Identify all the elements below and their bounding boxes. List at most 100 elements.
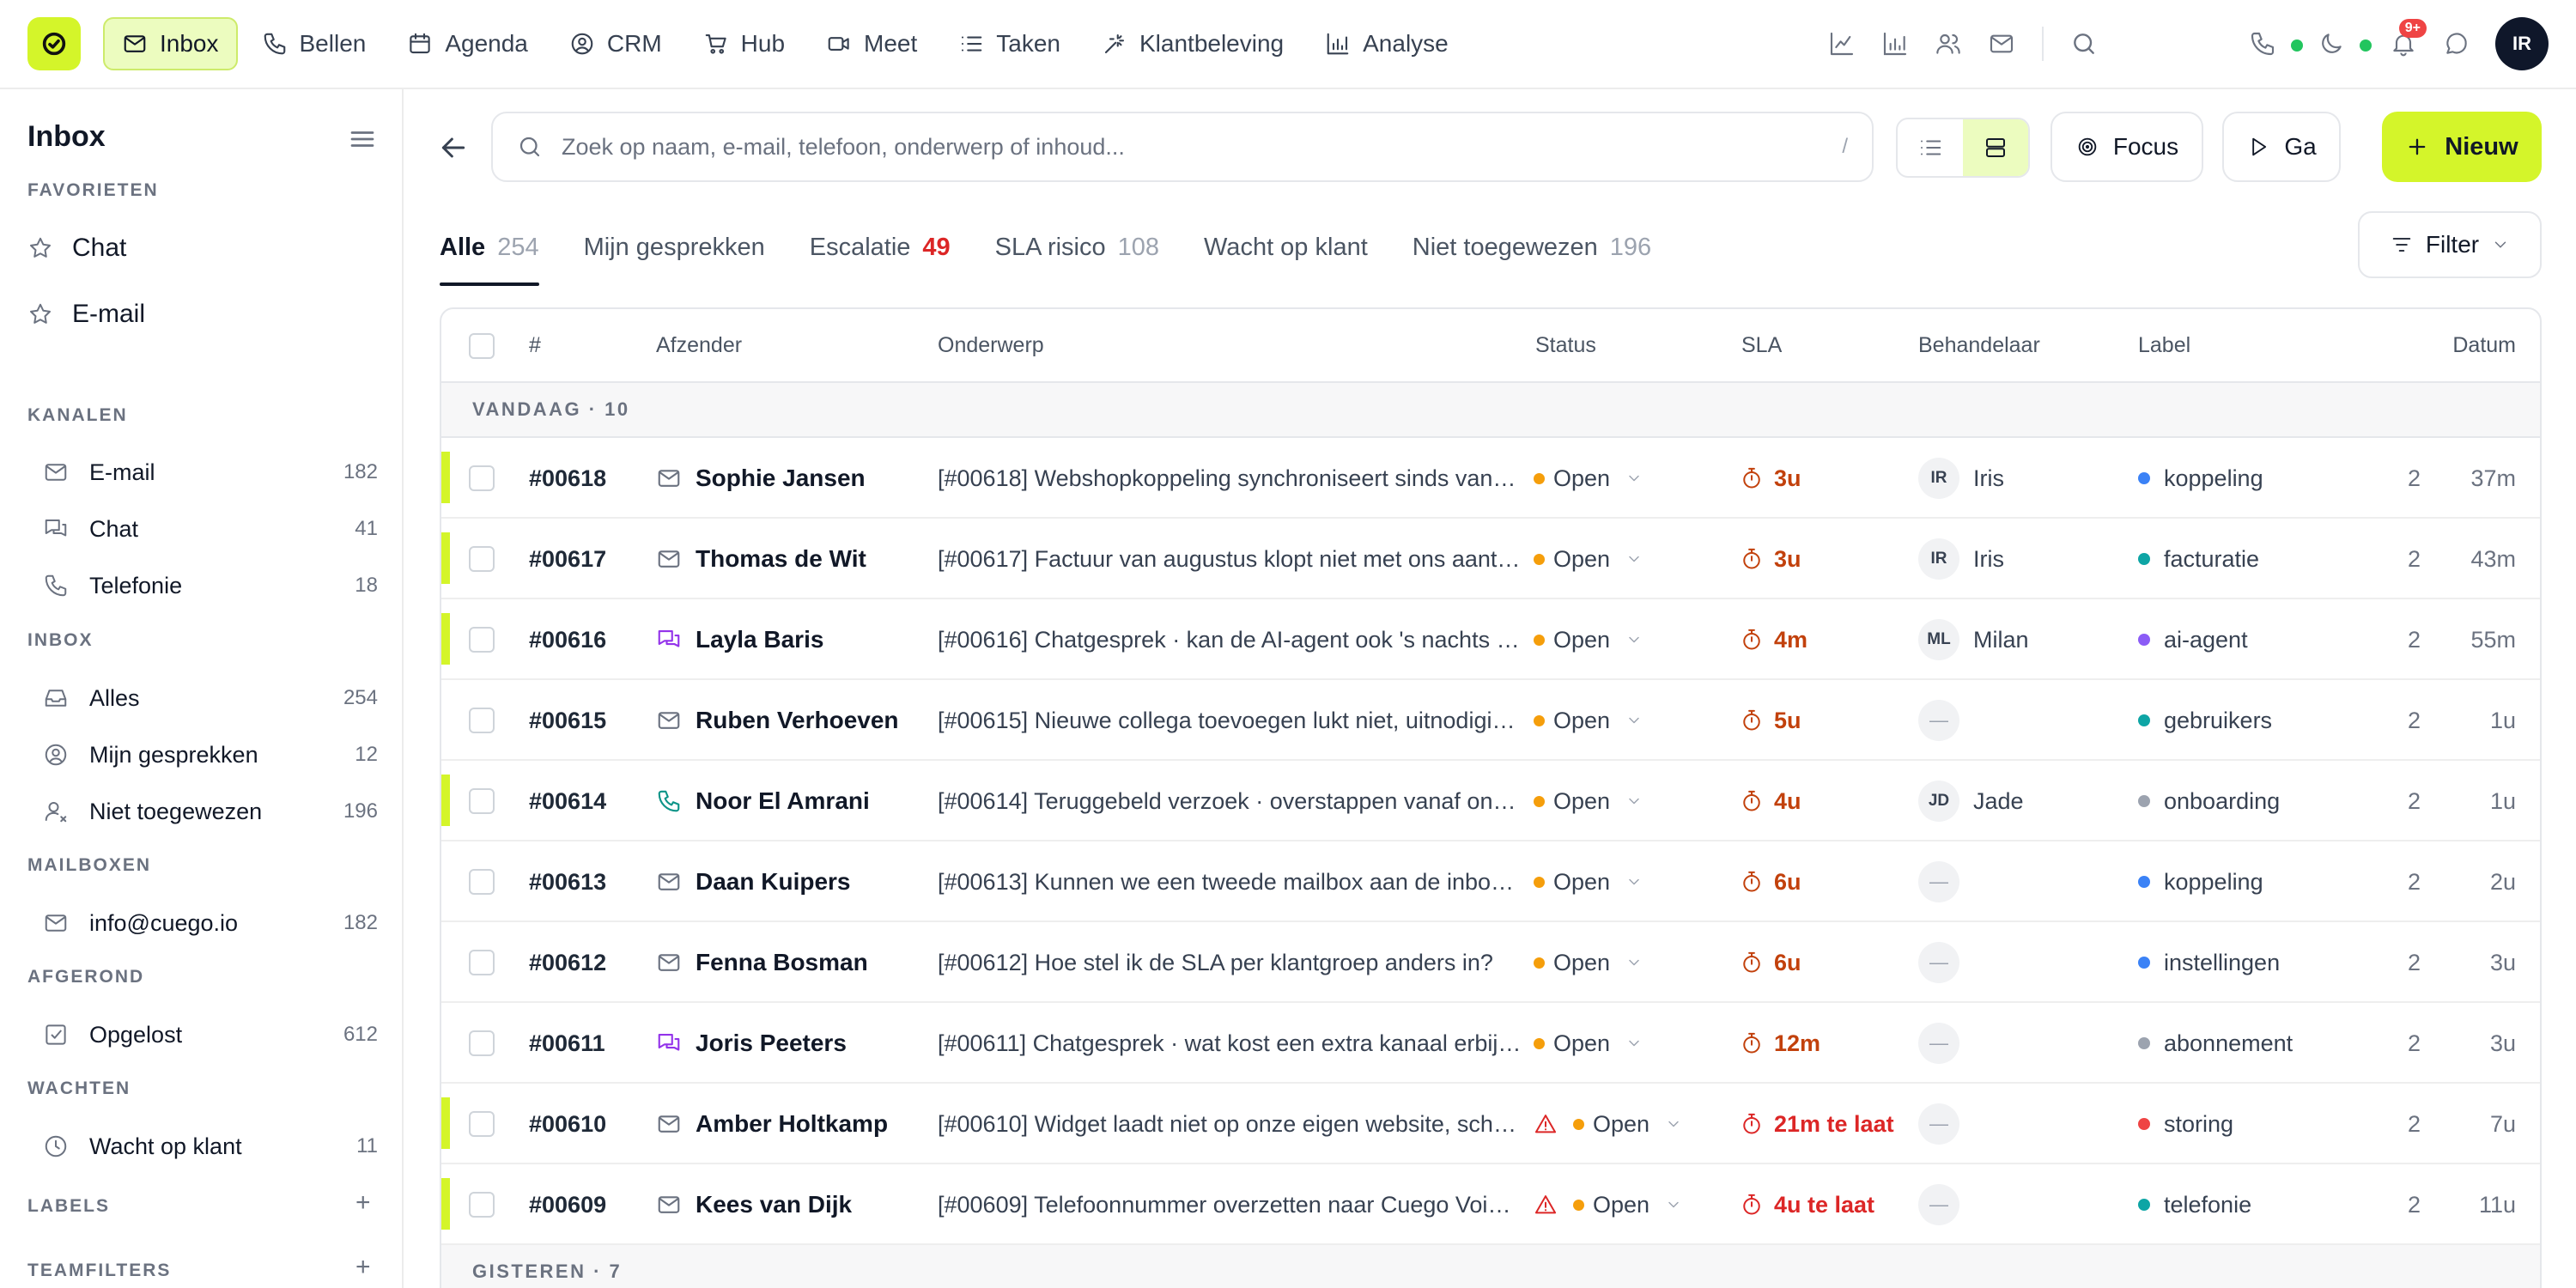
sidebar-item-mailbox-info[interactable]: info@cuego.io 182 <box>43 899 378 947</box>
nav-item-agenda[interactable]: Agenda <box>390 17 545 70</box>
row-checkbox[interactable] <box>469 1192 495 1218</box>
filter-button[interactable]: Filter <box>2358 211 2542 278</box>
owner[interactable]: — <box>1918 841 1959 922</box>
sidebar-item-niet-toegewezen[interactable]: Niet toegewezen 196 <box>43 787 378 835</box>
add-teamfilter-button[interactable]: + <box>355 1253 371 1282</box>
label-tag[interactable]: onboarding <box>2138 761 2280 841</box>
status-dropdown[interactable]: Open <box>1534 761 1643 841</box>
column-date[interactable]: Datum <box>2452 333 2516 358</box>
row-checkbox[interactable] <box>469 708 495 733</box>
sidebar-item-alles[interactable]: Alles 254 <box>43 674 378 722</box>
tab-mijn-gesprekken[interactable]: Mijn gesprekken <box>584 210 765 284</box>
table-row[interactable]: #00618 Sophie Jansen [#00618] Webshopkoppe… <box>441 438 2540 519</box>
add-label-button[interactable]: + <box>355 1188 371 1218</box>
nav-item-taken[interactable]: Taken <box>941 17 1078 70</box>
bell-icon[interactable]: 9+ <box>2377 17 2430 70</box>
status-dropdown[interactable]: Open <box>1534 1084 1682 1164</box>
favorite-item-email[interactable]: E-mail <box>27 300 145 329</box>
status-dropdown[interactable]: Open <box>1534 841 1643 922</box>
row-checkbox[interactable] <box>469 869 495 895</box>
search-icon[interactable] <box>2057 17 2111 70</box>
table-row[interactable]: #00612 Fenna Bosman [#00612] Hoe stel ik d… <box>441 922 2540 1003</box>
table-row[interactable]: #00609 Kees van Dijk [#00609] Telefoonnumm… <box>441 1164 2540 1245</box>
mail-icon[interactable] <box>1975 17 2028 70</box>
owner[interactable]: — <box>1918 1003 1959 1084</box>
status-dropdown[interactable]: Open <box>1534 599 1643 680</box>
bar-chart-icon[interactable] <box>1868 17 1922 70</box>
table-row[interactable]: #00616 Layla Baris [#00616] Chatgesprek · … <box>441 599 2540 680</box>
card-view-button[interactable] <box>1963 119 2028 176</box>
table-row[interactable]: #00613 Daan Kuipers [#00613] Kunnen we een… <box>441 841 2540 922</box>
tab-sla-risico[interactable]: SLA risico 108 <box>995 210 1159 284</box>
sidebar-item-email[interactable]: E-mail 182 <box>43 448 378 496</box>
menu-icon[interactable] <box>347 124 378 155</box>
table-row[interactable]: #00617 Thomas de Wit [#00617] Factuur van … <box>441 519 2540 599</box>
table-row[interactable]: #00615 Ruben Verhoeven [#00615] Nieuwe col… <box>441 680 2540 761</box>
owner[interactable]: — <box>1918 922 1959 1003</box>
row-checkbox[interactable] <box>469 788 495 814</box>
phone-status-icon[interactable] <box>2239 17 2308 70</box>
nav-item-klantbeleving[interactable]: Klantbeleving <box>1084 17 1301 70</box>
sidebar-item-telefonie[interactable]: Telefonie 18 <box>43 562 378 610</box>
table-row[interactable]: #00614 Noor El Amrani [#00614] Teruggebeld… <box>441 761 2540 841</box>
label-tag[interactable]: koppeling <box>2138 841 2263 922</box>
owner[interactable]: JD Jade <box>1918 761 2024 841</box>
owner[interactable]: — <box>1918 680 1959 761</box>
sidebar-item-chat[interactable]: Chat 41 <box>43 505 378 553</box>
label-tag[interactable]: facturatie <box>2138 519 2259 599</box>
app-logo[interactable] <box>27 17 81 70</box>
row-checkbox[interactable] <box>469 950 495 975</box>
row-checkbox[interactable] <box>469 1111 495 1137</box>
status-dropdown[interactable]: Open <box>1534 1003 1643 1084</box>
label-tag[interactable]: instellingen <box>2138 922 2280 1003</box>
row-checkbox[interactable] <box>469 465 495 491</box>
status-dropdown[interactable]: Open <box>1534 922 1643 1003</box>
sidebar-item-mijn-gesprekken[interactable]: Mijn gesprekken 12 <box>43 731 378 779</box>
select-all-checkbox[interactable] <box>469 333 495 359</box>
table-row[interactable]: #00610 Amber Holtkamp [#00610] Widget laad… <box>441 1084 2540 1164</box>
focus-button[interactable]: Focus <box>2050 112 2203 182</box>
nav-item-meet[interactable]: Meet <box>809 17 934 70</box>
label-tag[interactable]: telefonie <box>2138 1164 2251 1245</box>
table-row[interactable]: #00611 Joris Peeters [#00611] Chatgesprek … <box>441 1003 2540 1084</box>
list-view-button[interactable] <box>1898 119 1963 176</box>
back-arrow-icon[interactable] <box>436 131 471 165</box>
status-dropdown[interactable]: Open <box>1534 438 1643 519</box>
nav-item-inbox[interactable]: Inbox <box>103 17 238 70</box>
status-dropdown[interactable]: Open <box>1534 1164 1682 1245</box>
row-checkbox[interactable] <box>469 1030 495 1056</box>
tab-wacht-op-klant[interactable]: Wacht op klant <box>1204 210 1368 284</box>
team-icon[interactable] <box>1922 17 1975 70</box>
label-tag[interactable]: koppeling <box>2138 438 2263 519</box>
nav-item-hub[interactable]: Hub <box>686 17 802 70</box>
column-sender[interactable]: Afzender <box>656 333 742 358</box>
owner[interactable]: — <box>1918 1164 1959 1245</box>
owner[interactable]: — <box>1918 1084 1959 1164</box>
nav-item-analyse[interactable]: Analyse <box>1308 17 1466 70</box>
column-sla[interactable]: SLA <box>1741 333 1782 358</box>
sidebar-item-wacht-op-klant[interactable]: Wacht op klant 11 <box>43 1122 378 1170</box>
chat-bubble-icon[interactable] <box>2430 17 2483 70</box>
new-button[interactable]: Nieuw <box>2382 112 2542 182</box>
tab-escalatie[interactable]: Escalatie 49 <box>810 210 951 284</box>
owner[interactable]: ML Milan <box>1918 599 2029 680</box>
owner[interactable]: IR Iris <box>1918 438 2004 519</box>
favorite-item-chat[interactable]: Chat <box>27 234 126 263</box>
status-dropdown[interactable]: Open <box>1534 519 1643 599</box>
label-tag[interactable]: abonnement <box>2138 1003 2293 1084</box>
column-label[interactable]: Label <box>2138 333 2190 358</box>
label-tag[interactable]: storing <box>2138 1084 2233 1164</box>
owner[interactable]: IR Iris <box>1918 519 2004 599</box>
tab-alle[interactable]: Alle 254 <box>440 210 539 286</box>
label-tag[interactable]: ai-agent <box>2138 599 2248 680</box>
tab-niet-toegewezen[interactable]: Niet toegewezen 196 <box>1413 210 1651 284</box>
nav-item-bellen[interactable]: Bellen <box>245 17 384 70</box>
moon-status-icon[interactable] <box>2308 17 2377 70</box>
search-input[interactable]: Zoek op naam, e-mail, telefoon, onderwer… <box>491 112 1874 182</box>
row-checkbox[interactable] <box>469 627 495 653</box>
line-chart-icon[interactable] <box>1815 17 1868 70</box>
sidebar-item-opgelost[interactable]: Opgelost 612 <box>43 1011 378 1059</box>
row-checkbox[interactable] <box>469 546 495 572</box>
label-tag[interactable]: gebruikers <box>2138 680 2272 761</box>
user-avatar[interactable]: IR <box>2495 17 2549 70</box>
